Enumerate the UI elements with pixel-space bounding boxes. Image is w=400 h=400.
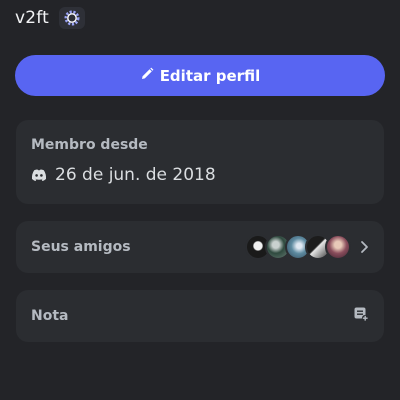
- friends-row[interactable]: Seus amigos: [16, 221, 384, 273]
- note-add-icon[interactable]: [353, 306, 369, 326]
- member-since-card: Membro desde 26 de jun. de 2018: [16, 120, 384, 204]
- avatar: [325, 234, 351, 260]
- chevron-right-icon: [359, 240, 369, 254]
- friends-label: Seus amigos: [31, 239, 131, 255]
- discord-icon: [31, 166, 47, 185]
- profile-panel: v2ft Editar perfil Membro desde 26 de ju…: [0, 0, 400, 400]
- note-row[interactable]: Nota: [16, 290, 384, 342]
- profile-header: v2ft: [15, 5, 86, 31]
- pencil-icon: [140, 67, 154, 85]
- username: v2ft: [15, 8, 50, 28]
- note-label: Nota: [31, 308, 69, 324]
- member-since-label: Membro desde: [31, 137, 148, 153]
- member-since-date: 26 de jun. de 2018: [55, 165, 216, 185]
- edit-profile-label: Editar perfil: [159, 66, 261, 85]
- member-since-row: 26 de jun. de 2018: [31, 165, 216, 185]
- edit-profile-button[interactable]: Editar perfil: [15, 55, 385, 96]
- gear-badge-icon[interactable]: [59, 7, 86, 29]
- friends-avatars: [245, 234, 351, 260]
